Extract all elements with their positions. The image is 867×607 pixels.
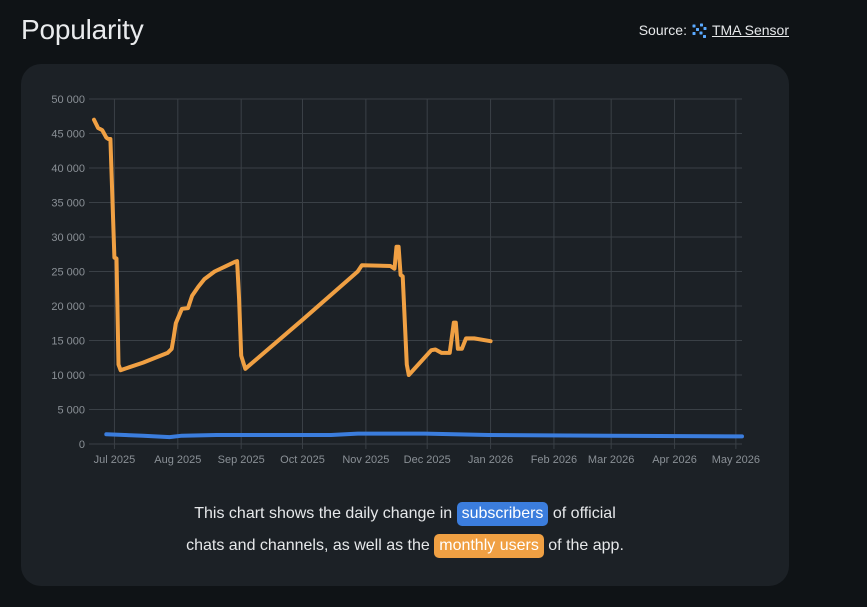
y-tick-label: 20 000 [51, 301, 85, 313]
x-tick-label: Dec 2025 [404, 454, 451, 466]
y-tick-label: 30 000 [51, 232, 85, 244]
page-title: Popularity [21, 14, 144, 45]
y-tick-label: 35 000 [51, 198, 85, 210]
x-tick-label: Apr 2026 [652, 454, 697, 466]
source-label: Source: [638, 22, 687, 38]
caption-text: of the app. [548, 537, 624, 554]
x-tick-label: Feb 2026 [531, 454, 577, 466]
caption-text: of official [552, 505, 616, 522]
chart-caption: This chart shows the daily change in sub… [21, 498, 789, 562]
subscribers-badge: subscribers [456, 502, 549, 526]
y-tick-label: 40 000 [51, 163, 85, 175]
caption-text: This chart shows the daily change in [194, 505, 453, 522]
popularity-chart: 0 5 000 10 000 15 000 20 000 25 000 30 000 35 0… [51, 94, 760, 466]
y-tick-label: 0 [79, 439, 85, 451]
x-tick-label: May 2026 [712, 454, 760, 466]
y-tick-label: 25 000 [51, 267, 85, 279]
chart-card: 0 5 000 10 000 15 000 20 000 25 000 30 000 35 0… [21, 64, 789, 586]
y-tick-label: 5 000 [57, 405, 85, 417]
subscribers-series-line [104, 431, 744, 440]
x-tick-label: Oct 2025 [280, 454, 325, 466]
monthly-users-series-line [92, 117, 493, 377]
source-link[interactable]: TMA Sensor [712, 22, 789, 38]
tma-sensor-logo-icon [692, 23, 707, 38]
x-tick-label: Mar 2026 [588, 454, 634, 466]
x-tick-label: Jul 2025 [94, 454, 136, 466]
source-attribution: Source: TMA Sensor [639, 22, 789, 38]
x-tick-label: Sep 2025 [218, 454, 265, 466]
monthly-users-badge: monthly users [434, 534, 544, 558]
x-tick-label: Nov 2025 [342, 454, 389, 466]
y-tick-label: 15 000 [51, 336, 85, 348]
y-tick-label: 10 000 [51, 370, 85, 382]
y-tick-label: 45 000 [51, 129, 85, 141]
x-tick-label: Aug 2025 [154, 454, 201, 466]
y-tick-label: 50 000 [51, 94, 85, 106]
x-tick-label: Jan 2026 [468, 454, 513, 466]
caption-text: chats and channels, as well as the [186, 537, 430, 554]
